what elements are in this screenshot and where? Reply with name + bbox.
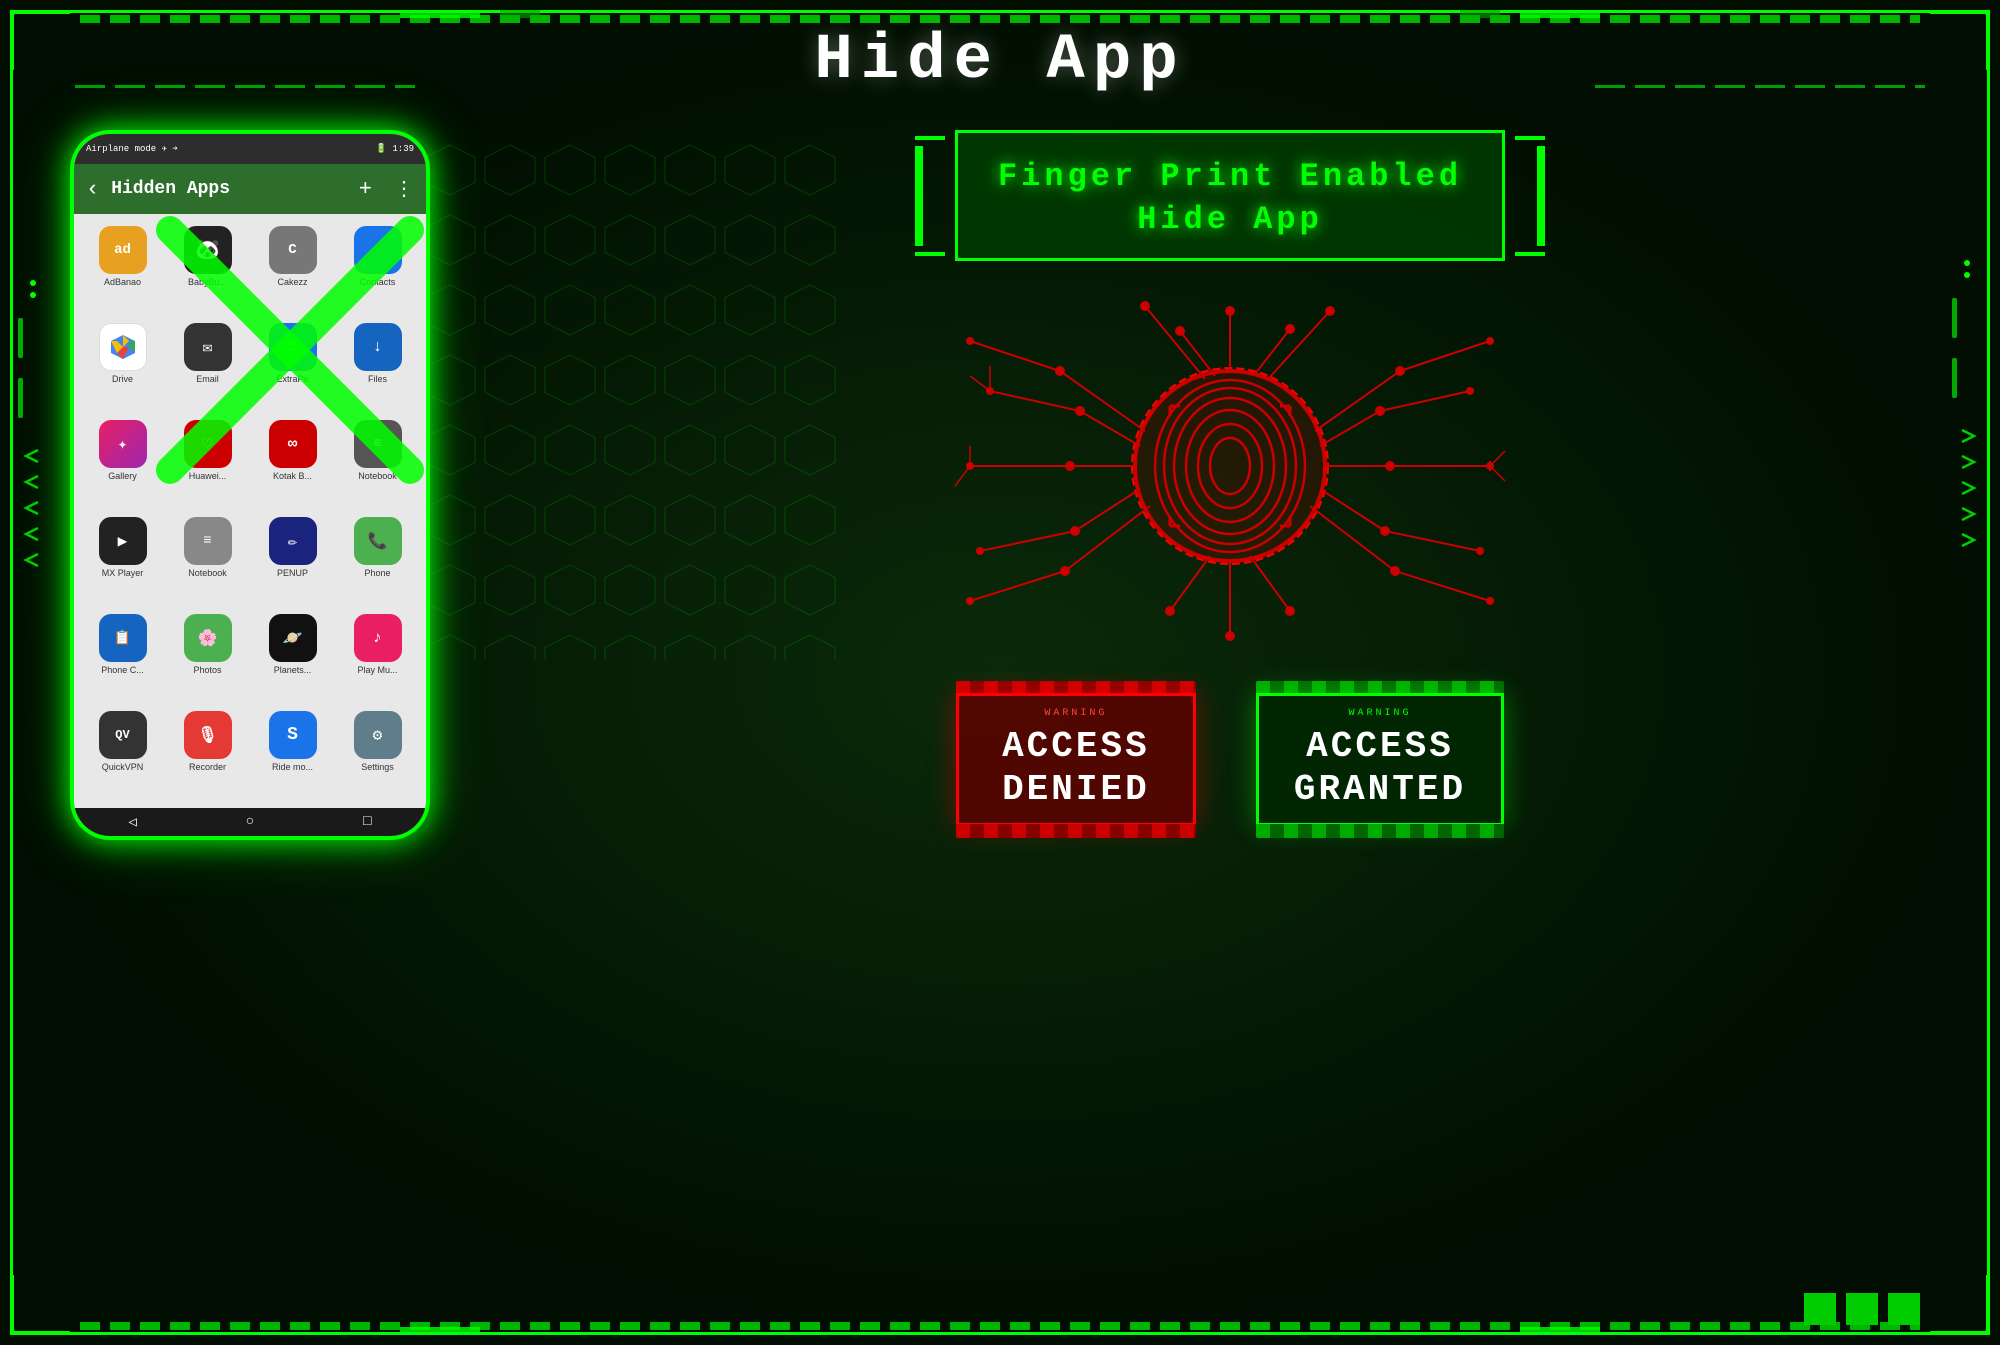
right-panel: Finger Print Enabled Hide App [520,100,1940,1265]
list-item: ♪ Play Mu... [337,610,418,703]
phone-mockup: Airplane mode ✈ ➔ 🔋 1:39 ‹ Hidden Apps +… [70,130,430,840]
phone-nav-bar: ◁ ○ □ [74,808,426,836]
list-item: C Cakezz [252,222,333,315]
top-tab-1 [400,10,480,18]
list-item: 🪐 Planets... [252,610,333,703]
list-item: 🐼 BabyBu... [167,222,248,315]
list-item: QV QuickVPN [82,707,163,800]
left-side-deco [18,280,48,568]
top-frame-line-right [1585,85,1925,88]
list-item: ad AdBanao [82,222,163,315]
bottom-square-2 [1846,1293,1878,1325]
bottom-tab-1 [400,1327,480,1335]
list-item: Drive [82,319,163,412]
bottom-bar [80,1322,1920,1330]
bottom-square-1 [1804,1293,1836,1325]
list-item: ≡ Notebook [167,513,248,606]
list-item: ♡ Huawei... [167,416,248,509]
list-item: E ExtraPe [252,319,333,412]
list-item: S Ride mo... [252,707,333,800]
app-grid: ad AdBanao 🐼 BabyBu... C Cakezz 👤 Contac… [74,214,426,808]
top-tab-2 [500,10,540,18]
bottom-square-3 [1888,1293,1920,1325]
access-granted-button: WARNING ACCESS GRANTED [1256,681,1504,838]
list-item: ▶ MX Player [82,513,163,606]
list-item: ⚙ Settings [337,707,418,800]
top-bar [80,15,1920,23]
bottom-tab-2 [1520,1327,1600,1335]
list-item: 📋 Phone C... [82,610,163,703]
list-item: 🎙 Recorder [167,707,248,800]
bottom-squares [1804,1293,1920,1325]
fp-title-box: Finger Print Enabled Hide App [955,130,1505,261]
fp-title-text2: Hide App [998,201,1462,238]
corner-br [1930,1275,1990,1335]
list-item: ∞ Kotak B... [252,416,333,509]
list-item: ✏ PENUP [252,513,333,606]
fingerprint-scanner [950,291,1510,651]
access-denied-button: WARNING ACCESS DENIED [956,681,1196,838]
top-tab-3 [1520,10,1600,18]
top-tab-4 [1460,10,1500,18]
corner-bl [10,1275,70,1335]
top-frame-line-left [75,85,415,88]
list-item: 📞 Phone [337,513,418,606]
list-item: ✉ Email [167,319,248,412]
phone-status-bar: Airplane mode ✈ ➔ 🔋 1:39 [74,134,426,164]
list-item: ↓ Files [337,319,418,412]
app-header: ‹ Hidden Apps + ⋮ [74,164,426,214]
list-item: ✦ Gallery [82,416,163,509]
fp-title-text: Finger Print Enabled [998,153,1462,201]
access-buttons: WARNING ACCESS DENIED WARNING ACCESS GRA… [956,681,1504,838]
list-item: 🌸 Photos [167,610,248,703]
right-side-deco [1952,260,1982,548]
list-item: ≡ Notebook [337,416,418,509]
list-item: 👤 Contacts [337,222,418,315]
